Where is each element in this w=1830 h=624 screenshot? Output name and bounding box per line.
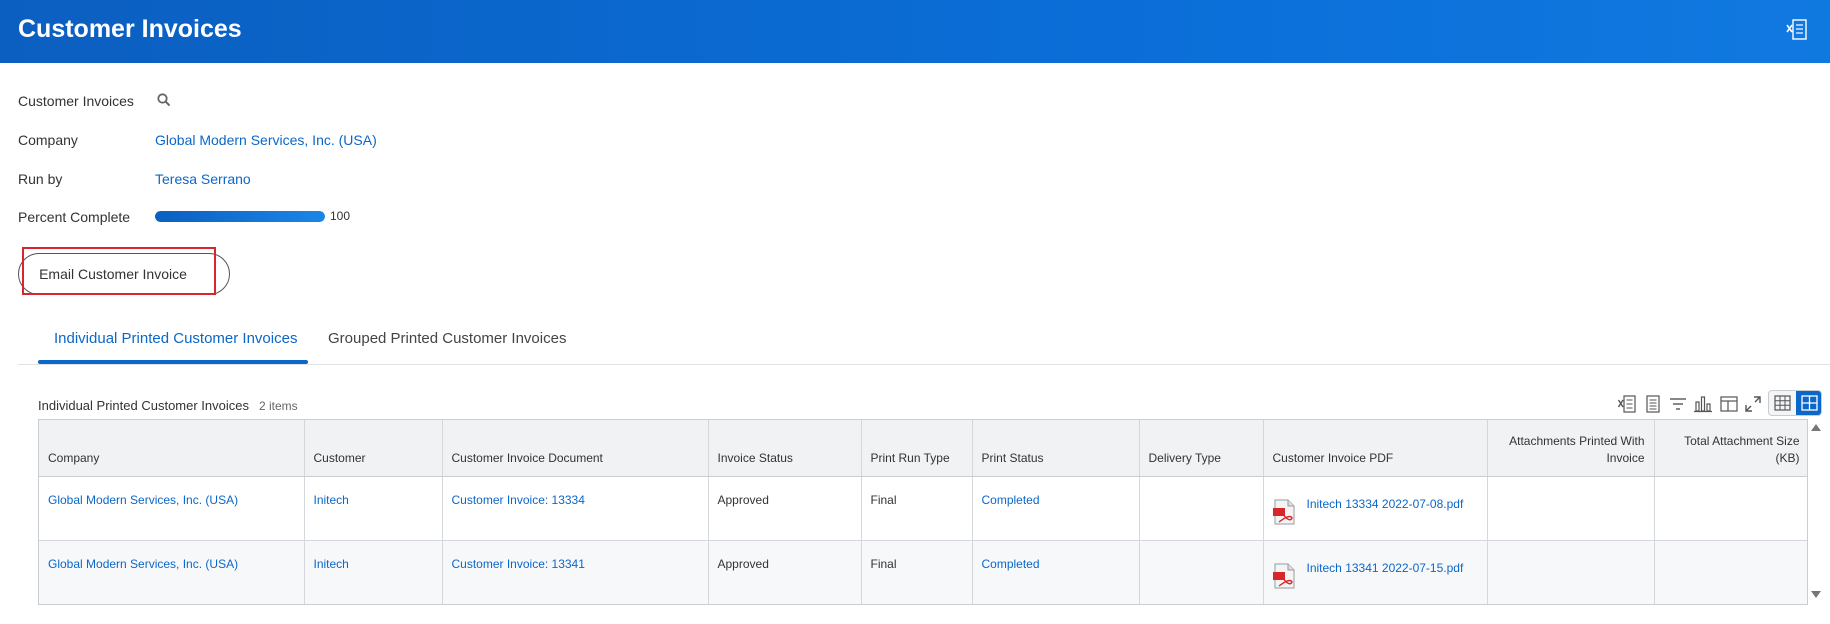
pdf-link[interactable]: Initech 13341 2022-07-15.pdf (1272, 561, 1478, 589)
invoice-document-link[interactable]: Customer Invoice: 13341 (452, 557, 585, 571)
run-by-label: Run by (18, 171, 63, 187)
pdf-file-name[interactable]: Initech 13341 2022-07-15.pdf (1307, 561, 1464, 575)
page-title: Customer Invoices (18, 15, 242, 43)
scroll-down-icon[interactable] (1810, 590, 1822, 600)
run-by-link[interactable]: Teresa Serrano (155, 171, 251, 187)
pdf-file-icon (1272, 499, 1294, 524)
pdf-link[interactable]: Initech 13334 2022-07-08.pdf (1272, 497, 1478, 525)
view-toggle (1768, 390, 1822, 416)
print-status-link[interactable]: Completed (982, 493, 1040, 507)
filter-icon[interactable] (1668, 394, 1688, 414)
column-header[interactable]: Customer (304, 420, 443, 477)
grid-item-count: 2 items (259, 399, 298, 413)
table-view-icon[interactable] (1769, 391, 1796, 415)
tab-individual-printed[interactable]: Individual Printed Customer Invoices (54, 330, 297, 347)
search-icon[interactable] (156, 92, 172, 108)
grid-view-icon[interactable] (1796, 391, 1822, 415)
percent-complete-value: 100 (330, 209, 351, 223)
invoice-status-cell: Approved (708, 476, 862, 541)
grid-title: Individual Printed Customer Invoices (38, 398, 249, 413)
email-customer-invoice-button[interactable]: Email Customer Invoice (18, 253, 230, 295)
tab-grouped-printed[interactable]: Grouped Printed Customer Invoices (328, 330, 566, 347)
customer-link[interactable]: Initech (314, 557, 349, 571)
print-icon[interactable] (1643, 394, 1663, 414)
column-header[interactable]: Customer Invoice PDF (1263, 420, 1488, 477)
attachments-cell (1487, 476, 1655, 541)
company-label: Company (18, 132, 78, 148)
company-link[interactable]: Global Modern Services, Inc. (USA) (48, 493, 238, 507)
column-header[interactable]: Company (39, 420, 305, 477)
invoice-status-cell: Approved (708, 540, 862, 604)
column-layout-icon[interactable] (1719, 394, 1739, 414)
tabs-divider (18, 364, 1830, 365)
column-header[interactable]: Print Run Type (861, 420, 973, 477)
chart-icon[interactable] (1693, 394, 1713, 414)
print-status-link[interactable]: Completed (982, 557, 1040, 571)
table-row: Global Modern Services, Inc. (USA) Inite… (39, 476, 1807, 541)
percent-complete-bar (155, 211, 325, 222)
fullscreen-icon[interactable] (1743, 394, 1763, 414)
delivery-type-cell (1139, 476, 1264, 541)
pdf-file-icon (1272, 563, 1294, 588)
column-header[interactable]: Invoice Status (708, 420, 862, 477)
page-header: Customer Invoices (0, 0, 1830, 63)
customer-invoices-label: Customer Invoices (18, 93, 134, 109)
print-run-type-cell: Final (861, 540, 973, 604)
column-header[interactable]: Delivery Type (1139, 420, 1264, 477)
company-link[interactable]: Global Modern Services, Inc. (USA) (155, 132, 377, 148)
excel-export-icon[interactable] (1784, 17, 1810, 43)
invoices-table: Company Customer Customer Invoice Docume… (38, 419, 1808, 605)
column-header[interactable]: Customer Invoice Document (442, 420, 709, 477)
delivery-type-cell (1139, 540, 1264, 604)
percent-complete-fill (155, 211, 325, 222)
table-row: Global Modern Services, Inc. (USA) Inite… (39, 540, 1807, 604)
column-header[interactable]: Total Attachment Size (KB) (1654, 420, 1807, 477)
attachment-size-cell (1654, 476, 1807, 541)
attachments-cell (1487, 540, 1655, 604)
customer-link[interactable]: Initech (314, 493, 349, 507)
table-header-row: Company Customer Customer Invoice Docume… (39, 420, 1807, 477)
scroll-up-icon[interactable] (1810, 422, 1822, 432)
invoice-document-link[interactable]: Customer Invoice: 13334 (452, 493, 585, 507)
print-run-type-cell: Final (861, 476, 973, 541)
percent-complete-label: Percent Complete (18, 209, 131, 225)
company-link[interactable]: Global Modern Services, Inc. (USA) (48, 557, 238, 571)
column-header[interactable]: Attachments Printed With Invoice (1487, 420, 1655, 477)
excel-export-icon[interactable] (1617, 394, 1637, 414)
column-header[interactable]: Print Status (972, 420, 1140, 477)
pdf-file-name[interactable]: Initech 13334 2022-07-08.pdf (1307, 497, 1464, 511)
attachment-size-cell (1654, 540, 1807, 604)
